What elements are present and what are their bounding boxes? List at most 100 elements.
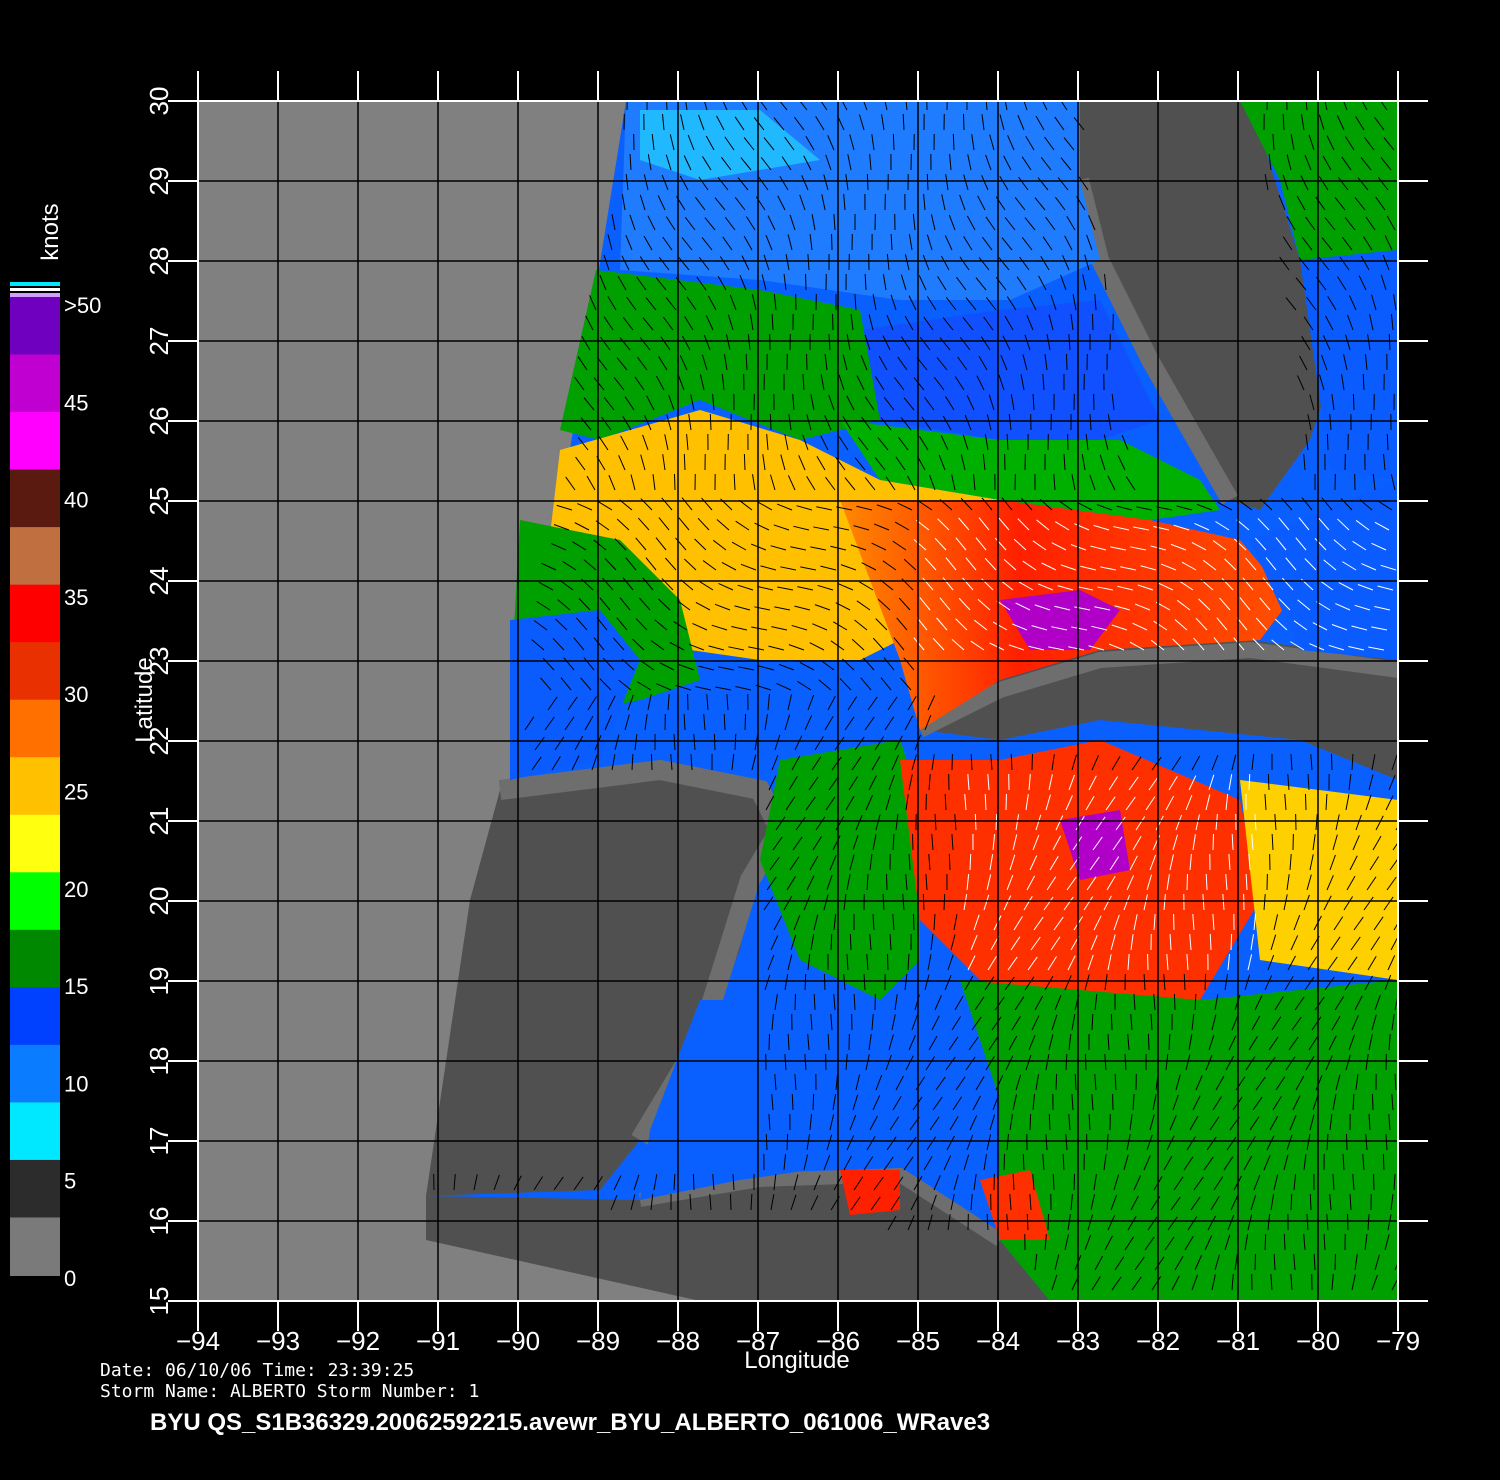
wind-barb (995, 813, 998, 831)
wind-barb (974, 813, 977, 831)
wind-barb (683, 453, 686, 471)
map-plot-area (198, 101, 1398, 1301)
x-tick-label: −94 (176, 1326, 220, 1356)
wind-barb (1264, 1233, 1267, 1251)
colorbar-label: 10 (64, 1071, 88, 1096)
wind-barb (1345, 1133, 1348, 1151)
wind-barb (1186, 873, 1189, 891)
colorbar-label: 20 (64, 877, 88, 902)
colorbar-swatch (10, 584, 60, 644)
wind-barb (692, 1173, 695, 1191)
wind-barb (912, 913, 915, 931)
wind-barb (866, 173, 869, 191)
colorbar-top-stripe-2 (10, 288, 60, 291)
x-tick-label: −90 (496, 1326, 540, 1356)
wind-barb (1309, 1193, 1312, 1211)
x-tick-label: −91 (416, 1326, 460, 1356)
product-name: BYU QS_S1B36329.20062592215.avewr_BYU_AL… (150, 1409, 990, 1436)
y-tick-label: 26 (144, 407, 174, 436)
colorbar-label: 30 (64, 682, 88, 707)
colorbar-top-stripe-1 (10, 282, 60, 286)
wind-barb (1084, 1053, 1087, 1071)
y-tick-label: 17 (144, 1127, 174, 1156)
colorbar-swatches (10, 297, 60, 1276)
wind-barb (1091, 313, 1094, 331)
wind-barb (769, 413, 772, 431)
colorbar-swatch (10, 987, 60, 1046)
colorbar-swatch (10, 929, 60, 989)
y-tick-label: 15 (144, 1287, 174, 1316)
y-tick-label: 20 (144, 887, 174, 916)
wind-barb (786, 1133, 789, 1151)
wind-barb (1371, 1093, 1374, 1111)
wind-barb (1330, 753, 1333, 771)
colorbar-swatch (10, 297, 60, 356)
x-tick-label: −89 (576, 1326, 620, 1356)
x-tick-label: −80 (1296, 1326, 1340, 1356)
wind-barb (1304, 793, 1307, 811)
y-tick-label: 24 (144, 567, 174, 596)
wind-barb (943, 893, 946, 911)
colorbar-labels: 0 5 10 15 20 25 30 35 40 45 >50 (64, 293, 101, 1291)
storm-info-line: Storm Name: ALBERTO Storm Number: 1 (100, 1381, 479, 1402)
wind-barb (886, 953, 889, 971)
wind-barb (926, 173, 929, 191)
x-tick-label: −93 (256, 1326, 300, 1356)
wind-barb (743, 453, 746, 471)
wind-barb (922, 893, 925, 911)
x-tick-label: −81 (1216, 1326, 1260, 1356)
y-tick-label: 28 (144, 247, 174, 276)
y-tick-label: 18 (144, 1047, 174, 1076)
wind-barb (1173, 993, 1176, 1011)
y-tick-label: 30 (144, 87, 174, 116)
colorbar-swatch (10, 469, 60, 529)
wind-barb (729, 1193, 732, 1211)
x-tick-label: −84 (976, 1326, 1020, 1356)
colorbar: knots 0 5 10 15 20 25 30 35 40 45 >50 (10, 203, 101, 1291)
colorbar-swatch (10, 642, 60, 701)
wind-barb (952, 133, 955, 151)
date-time-line: Date: 06/10/06 Time: 23:39:25 (100, 1360, 414, 1381)
colorbar-label: 45 (64, 390, 88, 415)
colorbar-swatch (10, 814, 60, 874)
wind-barb (1110, 1013, 1113, 1031)
colorbar-label: 15 (64, 974, 88, 999)
colorbar-swatch (10, 527, 60, 586)
wind-barb (849, 933, 852, 951)
wind-barb (1290, 1193, 1293, 1211)
colorbar-swatch (10, 412, 60, 471)
y-tick-label: 16 (144, 1207, 174, 1236)
y-tick-label: 29 (144, 167, 174, 196)
y-tick-label: 27 (144, 327, 174, 356)
x-tick-label: −92 (336, 1326, 380, 1356)
x-tick-label: −82 (1136, 1326, 1180, 1356)
y-tick-label: 25 (144, 487, 174, 516)
colorbar-swatch (10, 1217, 60, 1276)
wind-barb (650, 753, 653, 771)
wind-barb (1212, 833, 1215, 851)
colorbar-swatch (10, 757, 60, 816)
zone-red-small-south (840, 1170, 900, 1215)
wind-barb (1326, 433, 1329, 451)
wind-barb (823, 973, 826, 991)
wind-barb (969, 853, 972, 871)
wind-barb (1382, 1153, 1385, 1171)
wind-barb (1065, 353, 1068, 371)
wind-barb (1352, 393, 1355, 411)
wind-barb (1204, 973, 1207, 991)
wind-barb (1147, 1033, 1150, 1051)
y-tick-label: 21 (144, 807, 174, 836)
y-axis-title: Latitude (131, 657, 158, 742)
wind-barb (948, 853, 951, 871)
wind-barb (744, 713, 747, 731)
colorbar-top-stripe-3 (10, 293, 60, 297)
wind-barb (1029, 1113, 1032, 1131)
wind-barb (1073, 1173, 1076, 1191)
colorbar-label: >50 (64, 293, 101, 318)
wind-barb (709, 413, 712, 431)
colorbar-unit-label: knots (37, 203, 64, 260)
x-axis-title: Longitude (744, 1347, 849, 1374)
colorbar-swatch (10, 872, 60, 931)
wind-barb (1055, 1073, 1058, 1091)
wind-barb (1230, 933, 1233, 951)
